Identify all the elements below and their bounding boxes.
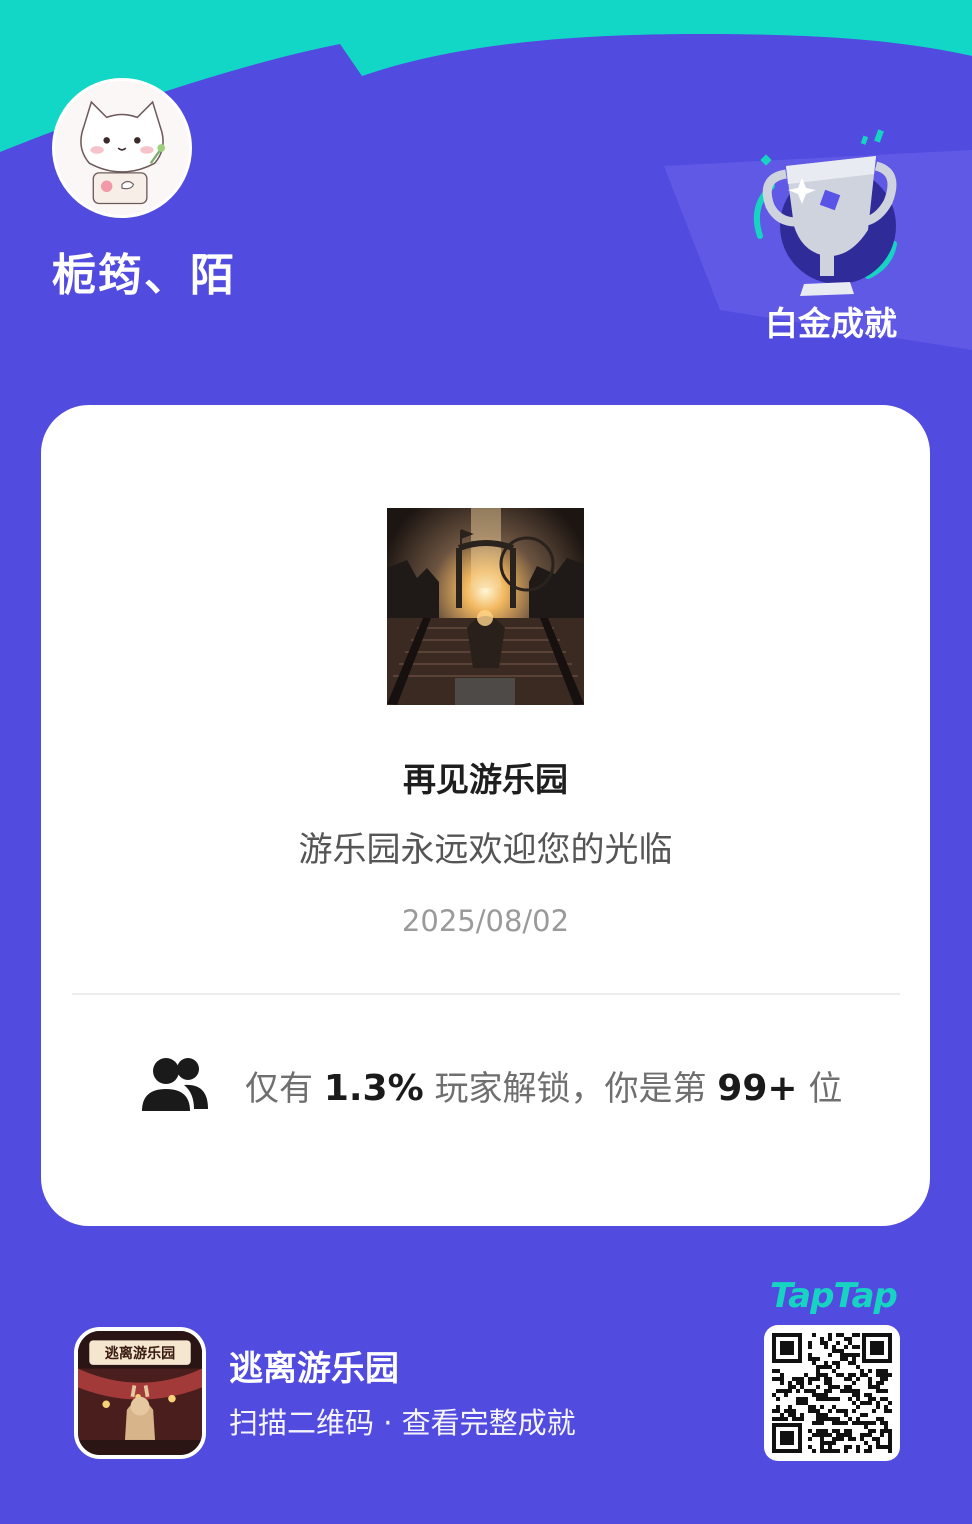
card-divider [72, 993, 900, 995]
scan-qr-hint: 扫描二维码 · 查看完整成就 [229, 1406, 576, 1440]
username: 栀筠、陌 [52, 250, 236, 301]
achievement-title: 再见游乐园 [403, 760, 568, 799]
game-icon-banner: 逃离游乐园 [105, 1345, 175, 1362]
unlock-stats: 仅有 1.3% 玩家解锁，你是第 99+ 位 [245, 1061, 842, 1117]
unlock-percent: 1.3% [323, 1068, 424, 1109]
users-icon [142, 1058, 208, 1111]
stats-prefix: 仅有 [245, 1069, 313, 1109]
platinum-trophy-icon [754, 129, 897, 296]
game-name: 逃离游乐园 [229, 1349, 399, 1389]
badge-label: 白金成就 [765, 304, 897, 343]
achievement-date: 2025/08/02 [401, 904, 570, 938]
cat-avatar-illustration [55, 81, 189, 215]
achievement-description: 游乐园永远欢迎您的光临 [298, 830, 673, 870]
achievement-image [387, 508, 584, 705]
achievement-card: 再见游乐园 游乐园永远欢迎您的光临 2025/08/02 仅有 1.3% 玩家解… [41, 405, 930, 1226]
stats-suffix: 位 [808, 1069, 843, 1109]
player-rank: 99+ [717, 1068, 798, 1109]
stats-middle: 玩家解锁，你是第 [434, 1069, 707, 1109]
user-avatar[interactable] [52, 78, 192, 218]
taptap-logo: TapTap [770, 1276, 898, 1316]
game-icon[interactable]: 逃离游乐园 [74, 1327, 206, 1459]
qr-code[interactable] [764, 1325, 900, 1461]
